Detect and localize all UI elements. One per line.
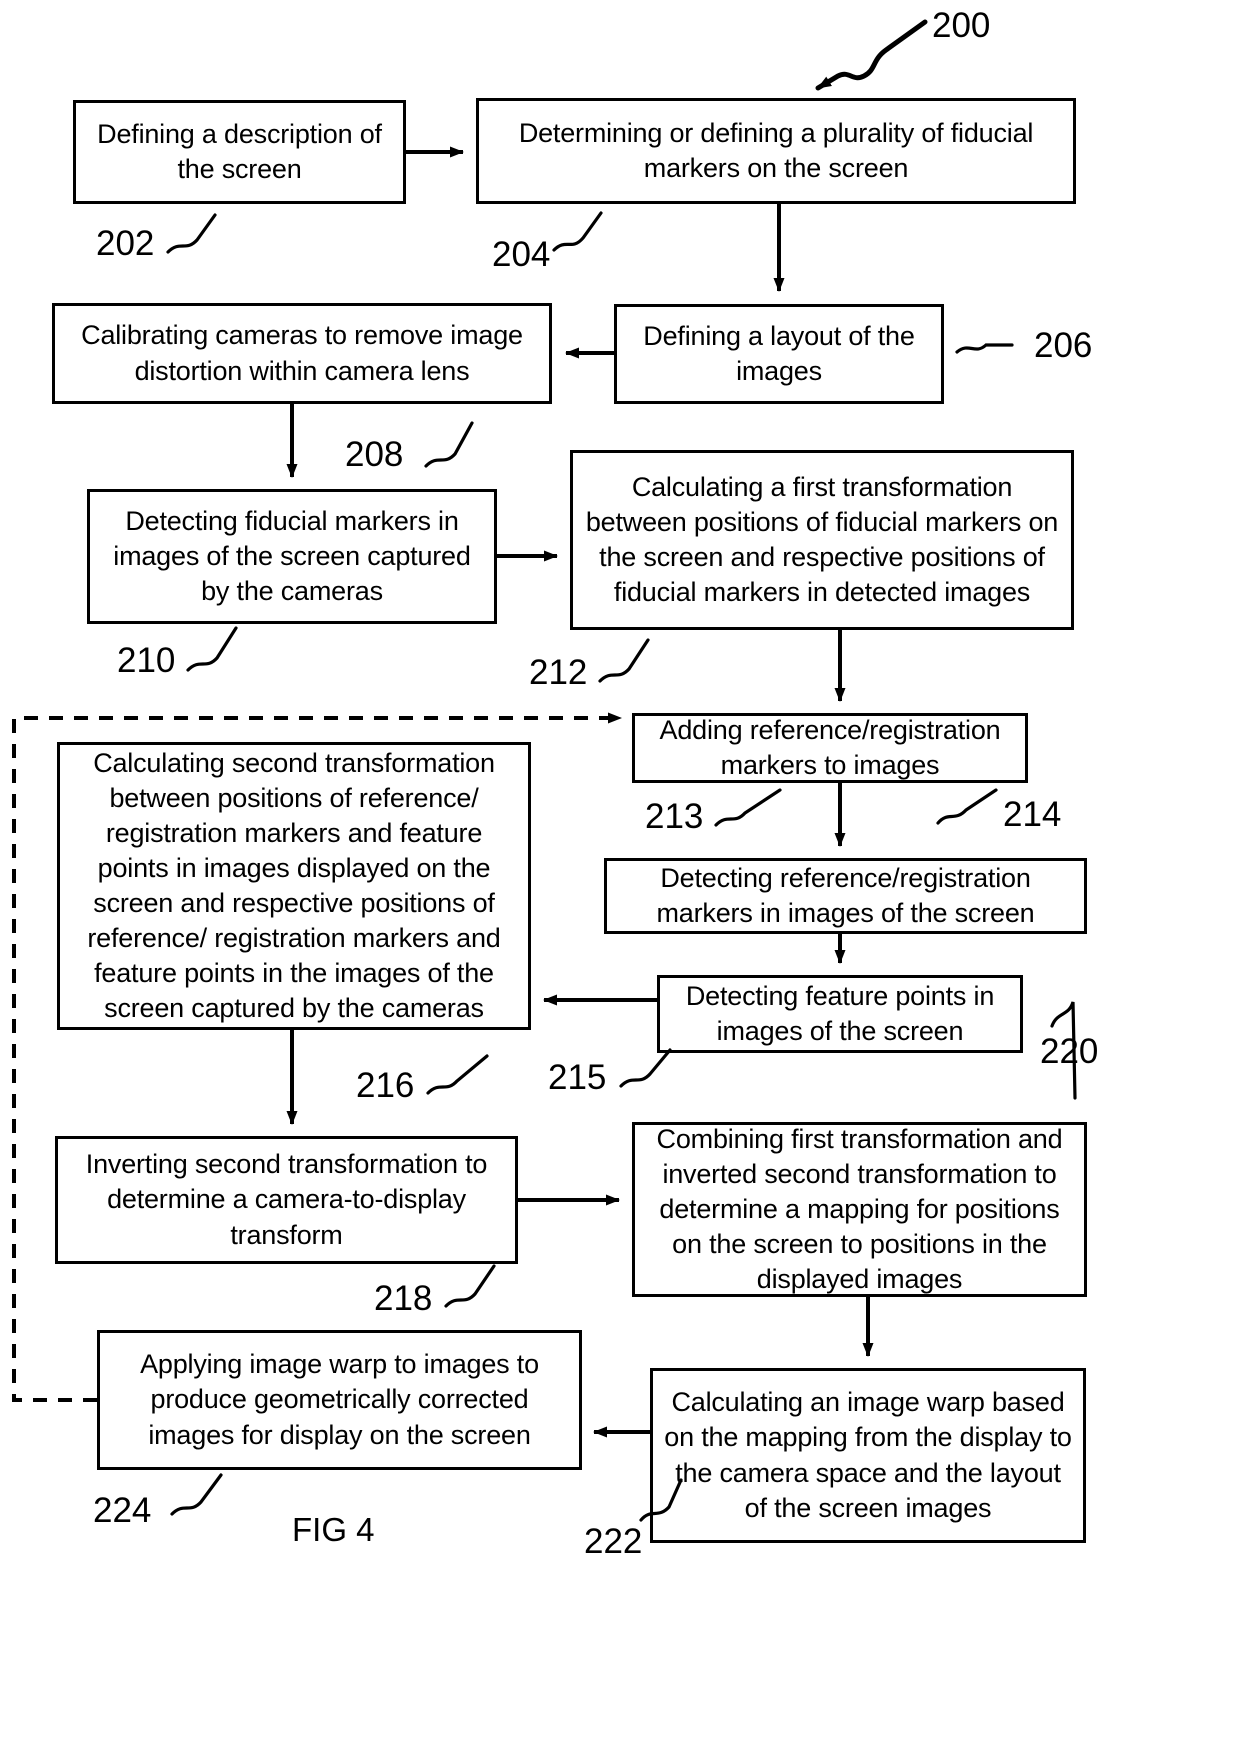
leader-218 <box>444 1264 496 1308</box>
flowchart-box-210-text: Detecting fiducial markers in images of … <box>113 505 471 607</box>
leader-215 <box>619 1048 672 1088</box>
ref-label-200: 200 <box>932 6 991 45</box>
leader-212 <box>598 638 650 683</box>
leader-214 <box>936 788 998 825</box>
flowchart-box-206-text: Defining a layout of the images <box>643 320 915 386</box>
flowchart-box-214: Detecting reference/registration markers… <box>604 858 1087 934</box>
leader-204 <box>552 211 603 252</box>
flowchart-box-210: Detecting fiducial markers in images of … <box>87 489 497 624</box>
ref-label-214: 214 <box>1003 795 1062 834</box>
flowchart-box-215: Detecting feature points in images of th… <box>657 975 1023 1053</box>
flowchart-box-212: Calculating a first transformation betwe… <box>570 450 1074 630</box>
ref-label-216: 216 <box>356 1066 415 1105</box>
ref-label-202: 202 <box>96 224 155 263</box>
ref-label-220: 220 <box>1040 1032 1099 1071</box>
leader-206 <box>955 343 1014 354</box>
patent-figure: Defining a description of the screen Det… <box>0 0 1240 1747</box>
flowchart-box-224-text: Applying image warp to images to produce… <box>140 1349 539 1450</box>
leader-208 <box>424 421 474 468</box>
leader-210 <box>186 626 238 672</box>
flowchart-box-208-text: Calibrating cameras to remove image dist… <box>81 320 523 386</box>
flowchart-box-215-text: Detecting feature points in images of th… <box>685 980 995 1046</box>
flowchart-box-224: Applying image warp to images to produce… <box>97 1330 582 1470</box>
flowchart-box-220: Combining first transformation and inver… <box>632 1122 1087 1297</box>
figure-caption: FIG 4 <box>292 1511 375 1548</box>
ref-label-215: 215 <box>548 1058 607 1097</box>
flowchart-box-216-text: Calculating second transformation betwee… <box>87 747 501 1024</box>
ref-label-218: 218 <box>374 1279 433 1318</box>
leader-216 <box>426 1054 489 1095</box>
flowchart-box-220-text: Combining first transformation and inver… <box>656 1123 1063 1295</box>
flowchart-box-202-text: Defining a description of the screen <box>97 118 382 184</box>
ref-label-212: 212 <box>529 653 588 692</box>
flowchart-box-213: Adding reference/registration markers to… <box>632 713 1028 783</box>
ref-label-206: 206 <box>1034 326 1093 365</box>
flowchart-box-222: Calculating an image warp based on the m… <box>650 1368 1086 1543</box>
flowchart-box-212-text: Calculating a first transformation betwe… <box>585 471 1059 608</box>
leader-200 <box>815 19 928 91</box>
ref-label-222: 222 <box>584 1522 643 1561</box>
flowchart-box-218-text: Inverting second transformation to deter… <box>85 1149 488 1250</box>
flowchart-box-204-text: Determining or defining a plurality of f… <box>518 117 1034 183</box>
flowchart-box-216: Calculating second transformation betwee… <box>57 742 531 1030</box>
leader-202 <box>166 213 217 254</box>
flowchart-box-213-text: Adding reference/registration markers to… <box>659 714 1001 780</box>
leader-224 <box>170 1473 223 1516</box>
ref-label-213: 213 <box>645 797 704 836</box>
flowchart-box-218: Inverting second transformation to deter… <box>55 1136 518 1264</box>
ref-label-224: 224 <box>93 1491 152 1530</box>
leader-213 <box>714 788 782 827</box>
flowchart-box-214-text: Detecting reference/registration markers… <box>656 862 1035 928</box>
flowchart-box-206: Defining a layout of the images <box>614 304 944 404</box>
ref-label-204: 204 <box>492 235 551 274</box>
flowchart-box-202: Defining a description of the screen <box>73 100 406 204</box>
flowchart-box-208: Calibrating cameras to remove image dist… <box>52 303 552 404</box>
flowchart-box-204: Determining or defining a plurality of f… <box>476 98 1076 204</box>
ref-label-208: 208 <box>345 435 404 474</box>
flowchart-box-222-text: Calculating an image warp based on the m… <box>664 1387 1072 1523</box>
ref-label-210: 210 <box>117 641 176 680</box>
